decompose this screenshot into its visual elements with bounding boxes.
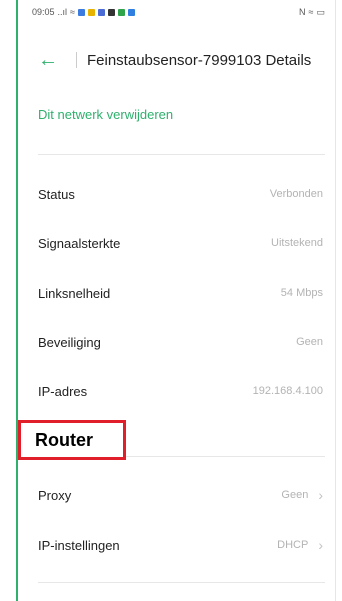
- detail-label: Status: [38, 186, 75, 202]
- setting-value-text: DHCP: [277, 539, 309, 551]
- app-notification-icon: [128, 8, 135, 16]
- app-notification-icon: [108, 8, 115, 16]
- detail-row-status: Status Verbonden: [38, 182, 323, 206]
- detail-row-link-speed: Linksnelheid 54 Mbps: [38, 281, 323, 305]
- nfc-icon: N: [299, 7, 306, 17]
- detail-value: 54 Mbps: [280, 287, 323, 299]
- detail-label: Linksnelheid: [38, 285, 111, 301]
- section-divider: [38, 154, 325, 155]
- detail-value: Verbonden: [269, 188, 323, 200]
- detail-row-ip-address: IP-adres 192.168.4.100: [38, 379, 323, 403]
- back-arrow-icon[interactable]: ←: [38, 50, 60, 70]
- status-bar: 09:05 ..ıl ≈ N ≈ ▭: [18, 0, 335, 24]
- section-divider: [38, 582, 325, 583]
- battery-icon: ▭: [316, 6, 325, 17]
- app-notification-icon: [118, 8, 125, 16]
- detail-label: Beveiliging: [38, 334, 101, 350]
- status-right: N ≈ ▭: [299, 7, 325, 18]
- settings-row-proxy[interactable]: Proxy Geen ›: [38, 483, 323, 507]
- phone-screen: 09:05 ..ıl ≈ N ≈ ▭ ← Feinstaubsensor-799…: [16, 0, 336, 601]
- signal-icon: ..ıl: [57, 7, 68, 17]
- app-notification-icon: [88, 8, 95, 16]
- page-title: Feinstaubsensor-7999103 Details: [87, 51, 312, 69]
- setting-value-text: Geen: [281, 489, 309, 501]
- detail-label: IP-adres: [38, 383, 88, 399]
- detail-label: Signaalsterkte: [38, 235, 121, 251]
- status-left: 09:05 ..ıl ≈: [32, 7, 135, 17]
- wifi-status-icon: ≈: [308, 7, 314, 17]
- forget-network-link[interactable]: Dit netwerk verwijderen: [38, 107, 173, 122]
- detail-value: 192.168.4.100: [252, 385, 323, 397]
- header-divider: [76, 52, 77, 68]
- setting-label: Proxy: [38, 487, 72, 503]
- chevron-right-icon: ›: [318, 537, 323, 553]
- annotation-label: Router: [35, 429, 93, 450]
- detail-row-security: Beveiliging Geen: [38, 330, 323, 354]
- settings-row-ip-settings[interactable]: IP-instellingen DHCP ›: [38, 533, 323, 557]
- detail-row-signal: Signaalsterkte Uitstekend: [38, 231, 323, 255]
- detail-value: Geen: [296, 336, 323, 348]
- detail-value: Uitstekend: [271, 237, 323, 249]
- clock: 09:05: [32, 7, 55, 17]
- app-notification-icon: [98, 8, 105, 16]
- router-annotation-box: Router: [18, 420, 126, 460]
- wifi-icon: ≈: [70, 7, 75, 17]
- app-header: ← Feinstaubsensor-7999103 Details: [18, 40, 335, 80]
- chevron-right-icon: ›: [318, 487, 323, 503]
- app-notification-icon: [78, 8, 85, 16]
- setting-label: IP-instellingen: [38, 537, 120, 553]
- setting-value: Geen ›: [281, 487, 323, 503]
- setting-value: DHCP ›: [277, 537, 323, 553]
